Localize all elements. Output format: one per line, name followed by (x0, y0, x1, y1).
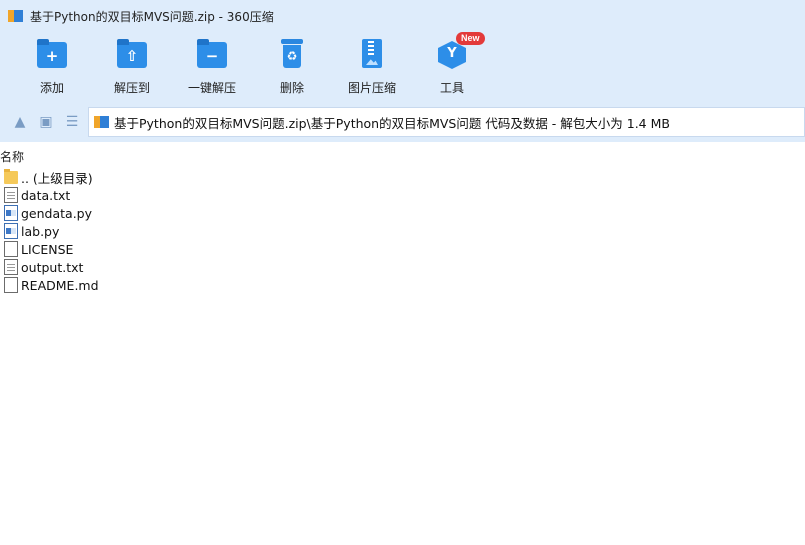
file-name: data.txt (21, 187, 71, 203)
tools-button[interactable]: Y New 工具 (412, 32, 492, 98)
list-item[interactable]: LICENSE (0, 240, 805, 258)
address-bar[interactable]: 基于Python的双目标MVS问题.zip\基于Python的双目标MVS问题 … (88, 107, 805, 137)
new-badge: New (456, 32, 485, 45)
tools-icon: Y New (436, 32, 485, 70)
delete-button[interactable]: ♻ 删除 (252, 38, 332, 98)
thumbnail-view-icon[interactable]: ▣ (38, 114, 54, 130)
extract-to-button-label: 解压到 (113, 81, 150, 95)
archive-app-icon (8, 8, 24, 24)
list-item[interactable]: gendata.py (0, 204, 805, 222)
extract-to-icon: ⇧ (116, 38, 148, 70)
file-list: 名称 .. (上级目录) data.txt gendata.py lab.py (0, 142, 805, 545)
archive-window: 基于Python的双目标MVS问题.zip - 360压缩 + 添加 ⇧ 解压到… (0, 0, 805, 545)
trash-icon: ♻ (276, 38, 308, 70)
navigation-bar: ▲ ▣ ☰ 基于Python的双目标MVS问题.zip\基于Python的双目标… (0, 102, 805, 142)
column-header-name[interactable]: 名称 (0, 148, 805, 164)
tools-button-label: 工具 (439, 81, 464, 95)
address-path: 基于Python的双目标MVS问题.zip\基于Python的双目标MVS问题 … (114, 115, 670, 131)
delete-button-label: 删除 (279, 81, 304, 95)
list-item[interactable]: lab.py (0, 222, 805, 240)
file-name: .. (上级目录) (21, 170, 93, 186)
up-arrow-icon[interactable]: ▲ (12, 114, 28, 130)
archive-file-icon (94, 114, 110, 130)
file-icon (4, 241, 18, 257)
text-file-icon (4, 187, 18, 203)
one-click-extract-button-label: 一键解压 (187, 81, 236, 95)
file-name: gendata.py (21, 205, 93, 221)
file-name: README.md (21, 277, 99, 293)
column-header-name-label: 名称 (0, 150, 25, 164)
list-item[interactable]: .. (上级目录) (0, 168, 805, 186)
file-rows: .. (上级目录) data.txt gendata.py lab.py LIC… (0, 168, 805, 294)
list-view-icon[interactable]: ☰ (64, 114, 80, 130)
window-title: 基于Python的双目标MVS问题.zip - 360压缩 (30, 9, 274, 24)
python-file-icon (4, 205, 18, 221)
file-name: lab.py (21, 223, 60, 239)
add-folder-icon: + (36, 38, 68, 70)
text-file-icon (4, 259, 18, 275)
file-name: LICENSE (21, 241, 74, 257)
parent-folder-icon (4, 169, 18, 185)
file-icon (4, 277, 18, 293)
toolbar: + 添加 ⇧ 解压到 − 一键解压 ♻ 删除 图片压缩 Y New 工具 (0, 32, 805, 102)
one-click-extract-icon: − (196, 38, 228, 70)
image-compress-button[interactable]: 图片压缩 (332, 38, 412, 98)
list-item[interactable]: output.txt (0, 258, 805, 276)
list-item[interactable]: README.md (0, 276, 805, 294)
extract-to-button[interactable]: ⇧ 解压到 (92, 38, 172, 98)
file-name: output.txt (21, 259, 84, 275)
python-file-icon (4, 223, 18, 239)
add-button-label: 添加 (39, 81, 64, 95)
image-compress-button-label: 图片压缩 (347, 81, 396, 95)
list-item[interactable]: data.txt (0, 186, 805, 204)
one-click-extract-button[interactable]: − 一键解压 (172, 38, 252, 98)
title-bar: 基于Python的双目标MVS问题.zip - 360压缩 (0, 0, 805, 32)
image-compress-icon (356, 38, 388, 70)
add-button[interactable]: + 添加 (12, 38, 92, 98)
